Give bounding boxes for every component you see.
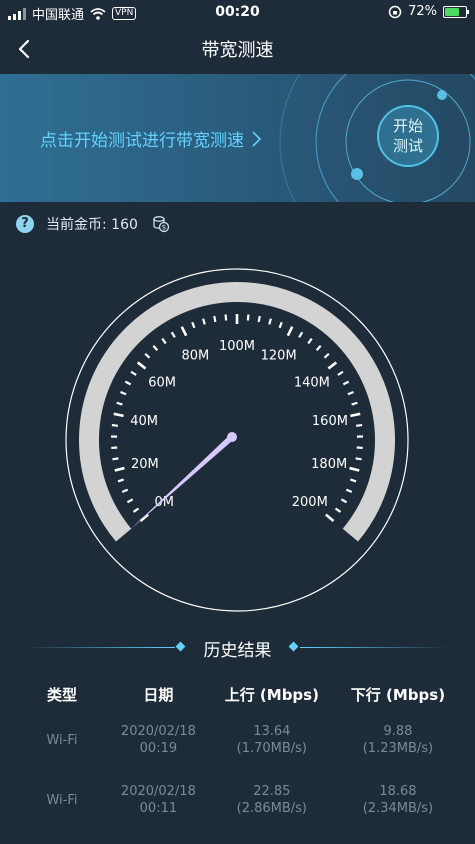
gauge-tick	[224, 314, 228, 321]
needle-pointer	[129, 434, 235, 530]
gauge-tick	[136, 361, 147, 370]
gauge-tick	[202, 318, 206, 325]
start-test-button[interactable]: 开始 测试	[377, 105, 439, 167]
status-right: 72%	[388, 4, 469, 19]
gauge-label: 60M	[148, 376, 176, 391]
gauge-tick	[111, 423, 118, 427]
gauge-label: 80M	[181, 349, 209, 364]
gauge-labels: 0M20M40M60M80M100M120M140M160M180M200M	[130, 339, 348, 510]
col-up: 上行 (Mbps)	[224, 685, 319, 704]
gauge-tick	[307, 337, 313, 345]
gauge-label: 140M	[294, 376, 330, 391]
gauge-tick	[132, 507, 140, 513]
gauge-tick	[298, 331, 304, 338]
gauge-tick	[347, 390, 354, 396]
start-test-line1: 开始	[392, 117, 423, 135]
gauge-tick	[191, 321, 196, 329]
col-date: 日期	[143, 685, 174, 704]
gauge-tick	[130, 370, 137, 376]
gauge-label: 40M	[130, 414, 158, 429]
gauge-tick	[180, 326, 188, 337]
gauge-tick	[334, 507, 342, 513]
gauge-needle	[129, 432, 237, 530]
gauge-tick	[286, 326, 294, 337]
coin-stack-icon: $	[153, 216, 170, 233]
gauge-label: 20M	[131, 457, 159, 472]
gauge-tick	[170, 331, 176, 338]
gauge-tick	[268, 318, 272, 325]
svg-text:$: $	[162, 224, 166, 232]
history-header: 历史结果	[0, 636, 475, 661]
page-title: 带宽测速	[201, 40, 274, 61]
gauge-label: 160M	[312, 414, 348, 429]
gauge-tick	[342, 380, 350, 386]
gauge-tick	[356, 423, 363, 427]
row-down: 18.68 (2.34MB/s)	[362, 784, 434, 816]
gauge-tick	[355, 457, 362, 461]
gauge-tick	[349, 478, 357, 483]
gauge-tick	[337, 370, 344, 376]
table-row[interactable]: Wi-Fi 2020/02/18 00:19 13.64 (1.70MB/s) 9.…	[16, 710, 461, 770]
row-up: 22.85 (2.86MB/s)	[236, 784, 308, 816]
gauge-tick	[116, 401, 123, 406]
gauge-tick	[278, 321, 283, 329]
gauge-tick	[257, 315, 261, 323]
row-date: 2020/02/18 00:19	[120, 724, 196, 756]
history-header-row: 类型 日期 上行 (Mbps) 下行 (Mbps)	[16, 678, 461, 710]
gauge-tick	[117, 478, 125, 483]
gauge-tick	[350, 412, 361, 418]
history-title: 历史结果	[203, 641, 272, 661]
coin-balance: ? 当前金币: 160 $	[16, 214, 170, 234]
start-test-line2: 测试	[392, 137, 423, 155]
gauge-tick	[126, 498, 134, 504]
gauge-tick	[121, 488, 129, 494]
divider-right	[300, 647, 450, 648]
gauge-tick	[325, 513, 335, 522]
gauge-tick	[323, 352, 330, 359]
banner-prompt[interactable]: 点击开始测试进行带宽测速	[40, 126, 263, 151]
gauge-tick	[246, 314, 250, 321]
gauge-label: 200M	[292, 495, 328, 510]
row-up: 13.64 (1.70MB/s)	[236, 724, 308, 756]
row-down: 9.88 (1.23MB/s)	[362, 724, 434, 756]
row-type: Wi-Fi	[46, 732, 78, 748]
gauge-tick	[327, 361, 338, 370]
gauge-tick	[114, 466, 125, 472]
row-date: 2020/02/18 00:11	[120, 784, 196, 816]
gauge-tick	[113, 412, 124, 418]
speed-gauge: 0M20M40M60M80M100M120M140M160M180M200M	[65, 268, 409, 612]
banner-prompt-text: 点击开始测试进行带宽测速	[40, 131, 244, 151]
nav-bar: 带宽测速	[0, 26, 475, 72]
gauge-label: 120M	[261, 349, 297, 364]
col-type: 类型	[46, 685, 77, 704]
table-row[interactable]: Wi-Fi 2020/02/18 00:11 22.85 (2.86MB/s) 18…	[16, 770, 461, 830]
gauge-tick	[124, 380, 132, 386]
gauge-tick	[144, 352, 151, 359]
row-type: Wi-Fi	[46, 792, 78, 808]
coin-balance-label: 当前金币: 160	[46, 217, 138, 233]
gauge-tick	[315, 345, 322, 351]
gauge-tick	[161, 337, 167, 345]
orientation-lock-icon	[388, 5, 402, 18]
gauge-tick	[112, 457, 119, 461]
help-icon[interactable]: ?	[16, 215, 34, 233]
history-table: 类型 日期 上行 (Mbps) 下行 (Mbps) Wi-Fi 2020/02/…	[16, 678, 461, 830]
gauge-tick	[349, 466, 360, 472]
battery-icon	[443, 5, 469, 18]
gauge-tick	[345, 488, 353, 494]
col-down: 下行 (Mbps)	[350, 685, 446, 704]
chevron-right-icon	[252, 131, 262, 147]
status-bar: 中国联通 VPN 00:20 72%	[0, 0, 475, 26]
gauge-tick	[351, 401, 358, 406]
gauge-label: 180M	[311, 457, 347, 472]
needle-hub	[227, 432, 237, 442]
gauge-tick	[120, 390, 127, 396]
gauge-tick	[340, 498, 348, 504]
gauge-tick	[152, 345, 159, 351]
gauge-tick	[139, 513, 149, 522]
gauge-label: 100M	[219, 339, 255, 354]
battery-percent: 72%	[408, 4, 437, 19]
gauge-tick	[213, 315, 217, 323]
